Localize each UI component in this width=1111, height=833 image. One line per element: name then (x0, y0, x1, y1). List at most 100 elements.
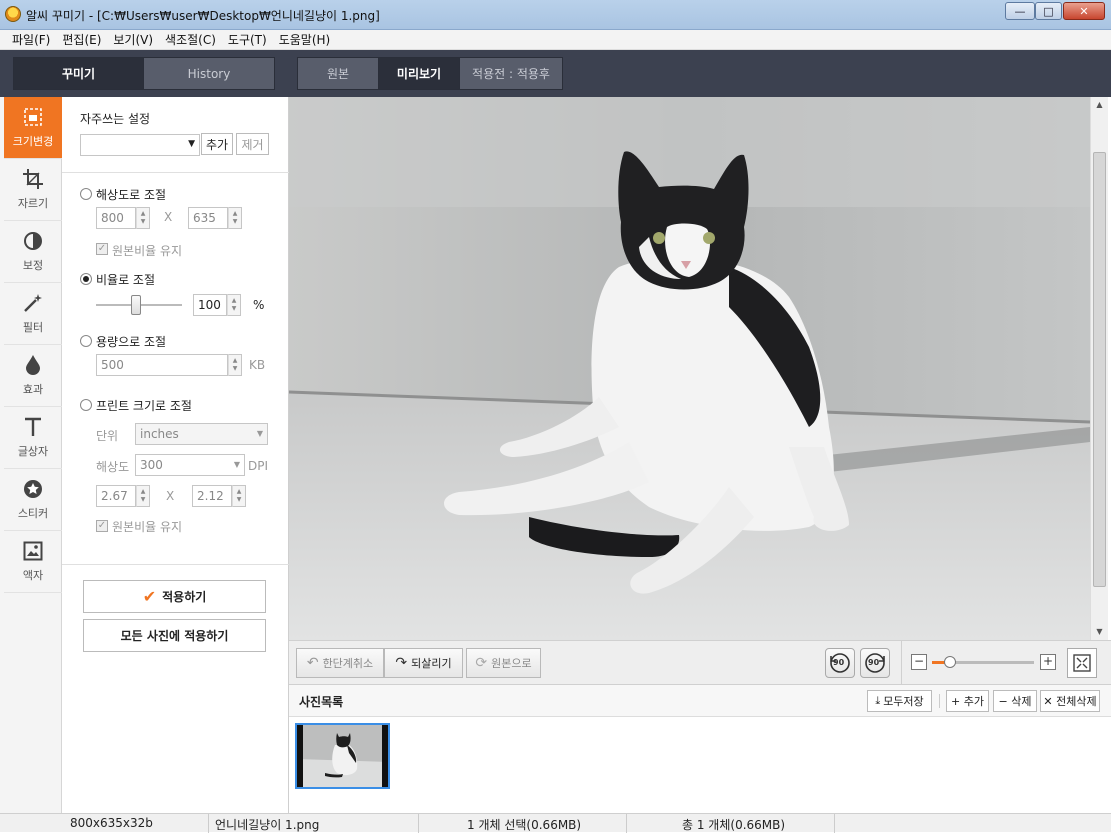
menu-tools[interactable]: 도구(T) (222, 31, 273, 48)
rail-item-text[interactable]: 글상자 (4, 407, 62, 469)
close-button[interactable]: ✕ (1063, 2, 1105, 20)
mode-header: 꾸미기 History 원본 미리보기 적용전 : 적용후 (0, 50, 1111, 97)
menu-view[interactable]: 보기(V) (107, 31, 159, 48)
photo-list (289, 717, 1111, 813)
text-icon (22, 416, 44, 438)
redo-label: 되살리기 (411, 657, 452, 670)
divider (208, 814, 209, 833)
scroll-thumb[interactable] (1093, 152, 1106, 587)
print-width-input[interactable]: 2.67 (96, 485, 136, 507)
radio-by-print[interactable] (80, 399, 92, 411)
contrast-icon (22, 230, 44, 252)
keep-ratio-checkbox[interactable]: ✓ (96, 243, 108, 255)
presets-dropdown[interactable]: ▼ (80, 134, 200, 156)
rotate-left-label: 90 (833, 658, 845, 667)
rotate-right-button[interactable]: 90 (860, 648, 890, 678)
divider (901, 641, 902, 685)
print-height-input[interactable]: 2.12 (192, 485, 232, 507)
download-icon: ⤓ (875, 694, 881, 707)
checkmark-icon: ✔ (142, 587, 157, 606)
photo-thumbnail[interactable] (295, 723, 390, 789)
ratio-input[interactable]: 100 (193, 294, 227, 316)
title-bar: 알씨 꾸미기 - [C:₩Users₩user₩Desktop₩언니네길냥이 1… (0, 0, 1111, 30)
tab-compare[interactable]: 적용전 : 적용후 (459, 57, 563, 90)
menu-file[interactable]: 파일(F) (6, 31, 56, 48)
scroll-up-arrow[interactable]: ▲ (1091, 97, 1108, 113)
print-height-stepper[interactable]: ▲ ▼ (232, 485, 246, 507)
rail-item-adjust[interactable]: 보정 (4, 221, 62, 283)
preset-remove-button[interactable]: 제거 (236, 133, 269, 155)
res-value: 300 (140, 458, 163, 472)
cat-photo (289, 97, 1090, 640)
print-width-stepper[interactable]: ▲ ▼ (136, 485, 150, 507)
resize-icon (22, 106, 44, 128)
save-all-label: 모두저장 (883, 695, 924, 708)
size-stepper[interactable]: ▲ ▼ (228, 354, 242, 376)
thumbnail-image (297, 725, 388, 787)
tab-original[interactable]: 원본 (297, 57, 379, 90)
unit-select[interactable]: inches ▼ (135, 423, 268, 445)
maximize-button[interactable]: □ (1035, 2, 1062, 20)
chevron-down-icon: ▼ (188, 139, 195, 149)
x-separator: X (164, 210, 173, 224)
save-all-button[interactable]: ⤓ 모두저장 (867, 690, 932, 712)
rail-item-sticker[interactable]: 스티커 (4, 469, 62, 531)
zoom-in-button[interactable]: + (1040, 654, 1056, 670)
tab-preview[interactable]: 미리보기 (378, 57, 460, 90)
height-stepper[interactable]: ▲ ▼ (228, 207, 242, 229)
delete-photo-button[interactable]: − 삭제 (993, 690, 1037, 712)
x-separator: X (166, 489, 175, 503)
rail-item-crop[interactable]: 자르기 (4, 159, 62, 221)
minimize-button[interactable]: — (1005, 2, 1035, 20)
tab-history[interactable]: History (143, 57, 275, 90)
fit-screen-button[interactable] (1067, 648, 1097, 678)
apply-button[interactable]: ✔ 적용하기 (83, 580, 266, 613)
add-photo-button[interactable]: + 추가 (946, 690, 989, 712)
size-input[interactable]: 500 (96, 354, 228, 376)
preset-add-button[interactable]: 추가 (201, 133, 233, 155)
undo-button[interactable]: ↶ 한단계취소 (296, 648, 384, 678)
photo-list-title: 사진목록 (299, 695, 344, 709)
rotate-left-button[interactable]: 90 (825, 648, 855, 678)
revert-label: 원본으로 (491, 657, 532, 670)
resize-settings-panel: 자주쓰는 설정 ▼ 추가 제거 해상도로 조절 800 ▲ ▼ X 635 ▲ ▼ … (62, 97, 289, 813)
divider (939, 694, 940, 708)
keep-ratio-checkbox-2[interactable]: ✓ (96, 520, 108, 532)
ratio-slider-thumb[interactable] (131, 295, 141, 315)
keep-ratio-label: 원본비율 유지 (112, 244, 183, 258)
menu-color[interactable]: 색조절(C) (159, 31, 222, 48)
rail-item-effect[interactable]: 효과 (4, 345, 62, 407)
zoom-slider-thumb[interactable] (944, 656, 957, 668)
radio-by-resolution[interactable] (80, 188, 92, 200)
rail-item-resize[interactable]: 크기변경 (4, 97, 62, 159)
menu-help[interactable]: 도움말(H) (273, 31, 337, 48)
rail-item-frame[interactable]: 액자 (4, 531, 62, 593)
revert-button[interactable]: ⟳ 원본으로 (466, 648, 541, 678)
star-icon (22, 478, 44, 500)
menu-edit[interactable]: 편집(E) (56, 31, 107, 48)
scroll-down-arrow[interactable]: ▼ (1091, 624, 1108, 640)
redo-icon: ↷ (395, 655, 408, 671)
zoom-out-button[interactable]: − (911, 654, 927, 670)
res-select[interactable]: 300 ▼ (135, 454, 245, 476)
unit-label: 단위 (96, 429, 119, 443)
width-stepper[interactable]: ▲ ▼ (136, 207, 150, 229)
tab-decorate[interactable]: 꾸미기 (13, 57, 144, 90)
height-input[interactable]: 635 (188, 207, 228, 229)
frame-icon (22, 540, 44, 562)
radio-by-ratio[interactable] (80, 273, 92, 285)
image-preview[interactable] (289, 97, 1090, 640)
ratio-stepper[interactable]: ▲ ▼ (227, 294, 241, 316)
apply-all-button[interactable]: 모든 사진에 적용하기 (83, 619, 266, 652)
image-vertical-scrollbar[interactable]: ▲ ▼ (1090, 97, 1108, 640)
chevron-down-icon: ▼ (256, 429, 263, 438)
divider (62, 172, 289, 173)
radio-by-size[interactable] (80, 335, 92, 347)
rail-label: 보정 (22, 259, 44, 272)
width-input[interactable]: 800 (96, 207, 136, 229)
unit-value: inches (140, 427, 179, 441)
delete-all-button[interactable]: ✕ 전체삭제 (1040, 690, 1100, 712)
redo-button[interactable]: ↷ 되살리기 (384, 648, 463, 678)
rail-item-filter[interactable]: 필터 (4, 283, 62, 345)
rail-label: 크기변경 (12, 135, 54, 148)
